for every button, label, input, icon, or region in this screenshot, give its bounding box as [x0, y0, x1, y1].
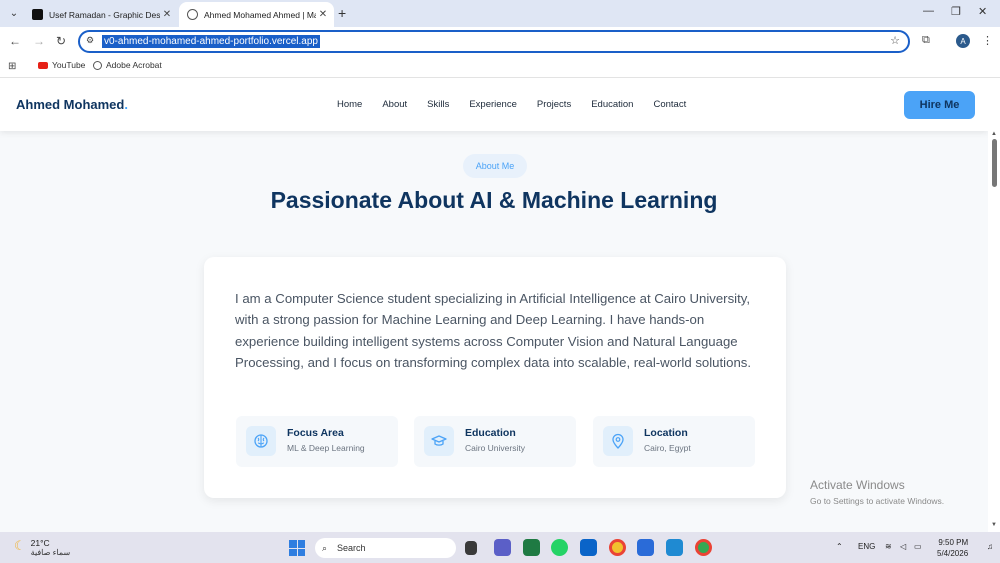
show-hidden-icons-icon[interactable]: ⌃ [836, 542, 843, 551]
info-value: Cairo University [465, 443, 525, 453]
apps-grid-icon[interactable]: ⊞ [8, 61, 16, 72]
reload-icon[interactable]: ↻ [56, 34, 66, 48]
weather-temp: 21°C [30, 538, 50, 548]
clock-time: 9:50 PM [938, 538, 969, 547]
about-bio: I am a Computer Science student speciali… [235, 291, 752, 370]
system-clock[interactable]: 9:50 PM 5/4/2026 [937, 537, 968, 559]
info-card-education: Education Cairo University [414, 416, 576, 467]
chrome-profile-icon[interactable] [695, 539, 712, 556]
close-window-icon[interactable]: ✕ [978, 5, 987, 18]
nav-link-contact[interactable]: Contact [653, 99, 686, 110]
tab-title: Ahmed Mohamed Ahmed | Ma [204, 9, 316, 20]
nav-link-home[interactable]: Home [337, 99, 362, 110]
activation-watermark-title: Activate Windows [810, 478, 905, 492]
tab-favicon-icon [187, 9, 198, 20]
bookmark-label: Adobe Acrobat [106, 60, 162, 70]
scroll-down-icon[interactable]: ▼ [991, 522, 997, 528]
tab-search-menu[interactable]: ⌄ [5, 4, 23, 22]
info-value: Cairo, Egypt [644, 443, 691, 453]
brain-icon [246, 426, 276, 456]
bookmark-label: YouTube [52, 60, 86, 70]
web-page: Ahmed Mohamed. Home About Skills Experie… [0, 79, 988, 532]
task-view-icon[interactable] [465, 541, 477, 555]
browser-tab-strip: ⌄ Usef Ramadan - Graphic Design ✕ Ahmed … [0, 0, 1000, 27]
weather-desc: سماء صافية [30, 548, 71, 557]
site-info-icon[interactable]: ⚙ [86, 35, 94, 46]
bookmark-star-icon[interactable]: ☆ [890, 34, 900, 47]
browser-toolbar: ← → ↻ ⚙ v0-ahmed-mohamed-ahmed-portfolio… [0, 27, 1000, 56]
info-card-location: Location Cairo, Egypt [593, 416, 755, 467]
windows-taskbar: ☾ 21°C سماء صافية ⌕ Search ⌃ ENG ≋ ◁ ▭ 9:… [0, 532, 1000, 563]
language-indicator[interactable]: ENG [858, 542, 875, 551]
nav-link-about[interactable]: About [382, 99, 407, 110]
bookmark-adobe-acrobat[interactable]: Adobe Acrobat [93, 60, 162, 70]
new-tab-icon[interactable]: + [338, 5, 346, 21]
back-icon[interactable]: ← [9, 34, 21, 48]
url-text[interactable]: v0-ahmed-mohamed-ahmed-portfolio.vercel.… [102, 35, 320, 48]
page-scrollbar[interactable]: ▲ ▼ [988, 79, 1000, 532]
whatsapp-icon[interactable] [551, 539, 568, 556]
bookmark-youtube[interactable]: YouTube [38, 60, 85, 70]
address-bar[interactable]: ⚙ v0-ahmed-mohamed-ahmed-portfolio.verce… [78, 30, 910, 53]
clock-date: 5/4/2026 [937, 549, 969, 558]
notification-bell-icon[interactable]: ♫ [987, 542, 993, 551]
close-tab-icon[interactable]: ✕ [160, 9, 174, 20]
profile-avatar[interactable]: A [956, 34, 970, 48]
info-value: ML & Deep Learning [287, 443, 365, 453]
activation-watermark-subtitle: Go to Settings to activate Windows. [810, 496, 945, 506]
teams-icon[interactable] [494, 539, 511, 556]
tab-title: Usef Ramadan - Graphic Design [49, 9, 160, 20]
nav-link-skills[interactable]: Skills [427, 99, 449, 110]
globe-icon [93, 60, 102, 70]
browser-tab[interactable]: Usef Ramadan - Graphic Design ✕ [24, 2, 178, 27]
extensions-icon[interactable]: ⧉ [922, 34, 930, 47]
tab-favicon-icon [32, 9, 43, 20]
browser-menu-icon[interactable]: ⋮ [982, 34, 993, 47]
taskbar-search[interactable]: ⌕ Search [315, 538, 456, 558]
forward-icon[interactable]: → [33, 34, 45, 48]
search-placeholder: Search [337, 543, 366, 553]
info-label: Location [644, 427, 688, 439]
battery-icon[interactable]: ▭ [914, 542, 922, 551]
info-label: Education [465, 427, 516, 439]
youtube-icon [38, 61, 48, 69]
site-navbar: Ahmed Mohamed. Home About Skills Experie… [0, 79, 988, 131]
weather-widget[interactable]: ☾ 21°C سماء صافية [14, 538, 70, 557]
volume-icon[interactable]: ◁ [900, 542, 906, 551]
graduation-cap-icon [424, 426, 454, 456]
site-logo[interactable]: Ahmed Mohamed. [16, 97, 128, 112]
about-card: I am a Computer Science student speciali… [204, 257, 786, 498]
chrome-icon[interactable] [609, 539, 626, 556]
database-icon[interactable] [637, 539, 654, 556]
hire-me-button[interactable]: Hire Me [904, 91, 975, 119]
section-badge: About Me [463, 154, 527, 178]
bookmarks-bar: ⊞ YouTube Adobe Acrobat [0, 56, 1000, 78]
restore-icon[interactable]: ❐ [951, 5, 961, 18]
close-tab-icon[interactable]: ✕ [316, 9, 330, 20]
info-label: Focus Area [287, 427, 344, 439]
info-card-focus-area: Focus Area ML & Deep Learning [236, 416, 398, 467]
nav-link-education[interactable]: Education [591, 99, 633, 110]
search-icon: ⌕ [322, 543, 328, 553]
location-pin-icon [603, 426, 633, 456]
section-heading: Passionate About AI & Machine Learning [270, 187, 718, 213]
nav-links: Home About Skills Experience Projects Ed… [337, 99, 706, 110]
moon-icon: ☾ [14, 538, 26, 553]
scrollbar-thumb[interactable] [992, 139, 997, 187]
wifi-icon[interactable]: ≋ [885, 542, 892, 551]
windows-start-icon[interactable] [289, 540, 305, 556]
outlook-icon[interactable] [580, 539, 597, 556]
browser-tab-active[interactable]: Ahmed Mohamed Ahmed | Ma ✕ [179, 2, 334, 27]
minimize-icon[interactable]: — [923, 5, 934, 17]
nav-link-projects[interactable]: Projects [537, 99, 571, 110]
excel-icon[interactable] [523, 539, 540, 556]
scroll-up-icon[interactable]: ▲ [991, 131, 997, 137]
vscode-icon[interactable] [666, 539, 683, 556]
nav-link-experience[interactable]: Experience [469, 99, 517, 110]
